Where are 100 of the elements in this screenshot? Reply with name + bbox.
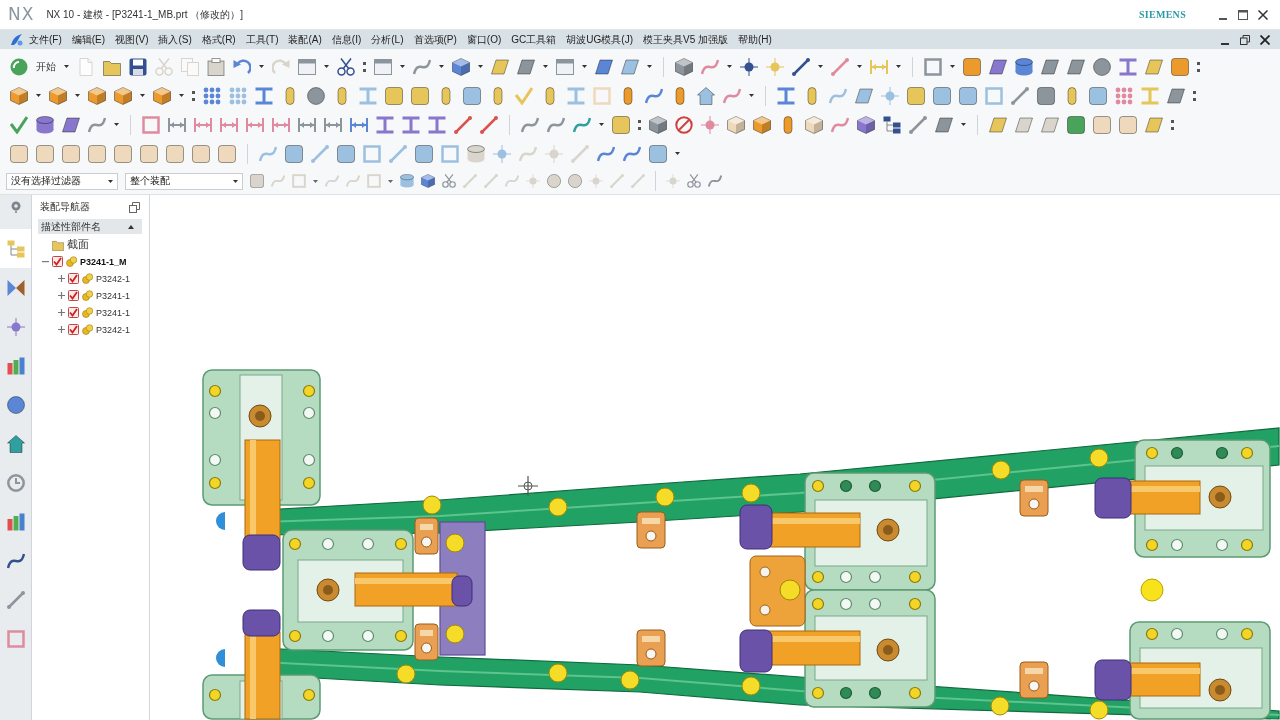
cube-icon[interactable] [805, 115, 823, 134]
menu-item[interactable]: 视图(V) [112, 32, 152, 47]
checkbox[interactable] [68, 324, 79, 335]
curve-icon[interactable] [597, 144, 615, 163]
curve-icon[interactable] [547, 115, 565, 134]
curve-icon[interactable] [573, 115, 591, 134]
menu-item[interactable]: 格式(R) [198, 32, 239, 47]
caret-icon[interactable] [140, 94, 145, 97]
caret-icon[interactable] [647, 65, 652, 68]
curve-icon[interactable] [521, 115, 539, 134]
square-icon[interactable] [963, 57, 981, 76]
square-icon[interactable] [959, 86, 977, 105]
window-icon[interactable] [298, 57, 316, 76]
caret-icon[interactable] [857, 65, 862, 68]
frame-icon[interactable] [363, 144, 381, 163]
square-icon[interactable] [411, 86, 429, 105]
caret-icon[interactable] [543, 65, 548, 68]
menu-item[interactable]: 插入(S) [155, 32, 195, 47]
sheet-icon[interactable] [491, 57, 509, 76]
caret-icon[interactable] [727, 65, 732, 68]
caret-icon[interactable] [582, 65, 587, 68]
sheet-icon[interactable] [62, 115, 80, 134]
caret-icon[interactable] [108, 179, 113, 183]
close-icon[interactable] [1258, 9, 1268, 20]
cube-icon[interactable] [857, 115, 875, 134]
square-icon[interactable] [1119, 115, 1137, 134]
square-icon[interactable] [140, 144, 158, 163]
circle-icon[interactable] [1093, 57, 1111, 76]
undo-icon[interactable] [233, 57, 251, 76]
caret-icon[interactable] [324, 65, 329, 68]
column-header[interactable]: 描述性部件名 [38, 219, 142, 234]
clock-icon[interactable] [6, 473, 25, 492]
menu-item[interactable]: 工具(T) [242, 32, 282, 47]
sheet-icon[interactable] [989, 115, 1007, 134]
circle-icon[interactable] [568, 174, 582, 188]
sheet-icon[interactable] [595, 57, 613, 76]
house-icon[interactable] [697, 86, 715, 105]
caret-icon[interactable] [478, 65, 483, 68]
curve-icon[interactable] [708, 174, 722, 188]
cube-icon[interactable] [10, 86, 28, 105]
dimension-icon[interactable] [168, 115, 186, 134]
square-icon[interactable] [933, 86, 951, 105]
curve-icon[interactable] [6, 551, 25, 570]
start-button[interactable]: 开始 [36, 59, 56, 74]
dimension-icon[interactable] [298, 115, 316, 134]
caret-icon[interactable] [64, 65, 69, 68]
cube-icon[interactable] [675, 57, 693, 76]
square-icon[interactable] [649, 144, 667, 163]
square-icon[interactable] [285, 144, 303, 163]
line-icon[interactable] [792, 57, 810, 76]
caret-icon[interactable] [388, 179, 393, 183]
circle-icon[interactable] [307, 86, 325, 105]
square-icon[interactable] [1067, 115, 1085, 134]
checkbox[interactable] [68, 307, 79, 318]
square-icon[interactable] [612, 115, 630, 134]
restore-icon[interactable] [129, 201, 140, 213]
dimension-icon[interactable] [246, 115, 264, 134]
beam-icon[interactable] [777, 86, 795, 105]
tree-item[interactable]: P3242-1 [96, 273, 131, 284]
tree-item[interactable]: P3241-1 [96, 290, 131, 301]
sheet-icon[interactable] [621, 57, 639, 76]
cylinder-icon[interactable] [36, 115, 54, 134]
menu-item[interactable]: GC工具箱 [508, 32, 560, 47]
menu-item[interactable]: 分析(L) [368, 32, 407, 47]
menu-item[interactable]: 窗口(O) [463, 32, 505, 47]
cube-icon[interactable] [114, 86, 132, 105]
window-icon[interactable] [374, 57, 392, 76]
check-icon[interactable] [515, 86, 533, 105]
tree-item[interactable]: P3241-1_M [80, 256, 127, 267]
minus-icon[interactable] [42, 258, 49, 265]
cylinder-icon[interactable] [1015, 57, 1033, 76]
sheet-icon[interactable] [1167, 86, 1185, 105]
square-icon[interactable] [1089, 86, 1107, 105]
bowtie-icon[interactable] [6, 278, 25, 297]
circle-icon[interactable] [6, 395, 25, 414]
grip-icon[interactable] [1197, 61, 1200, 72]
filter-dropdown[interactable]: 整个装配 [125, 172, 243, 190]
save-icon[interactable] [129, 57, 147, 76]
sheet-icon[interactable] [1041, 115, 1059, 134]
caret-icon[interactable] [179, 94, 184, 97]
square-icon[interactable] [463, 86, 481, 105]
tree-item[interactable]: P3242-1 [96, 324, 131, 335]
menu-item[interactable]: 模王夹具V5 加强版 [640, 32, 731, 47]
square-icon[interactable] [166, 144, 184, 163]
filter-dropdown[interactable]: 没有选择过滤器 [6, 172, 118, 190]
square-icon[interactable] [114, 144, 132, 163]
cube-icon[interactable] [49, 86, 67, 105]
square-icon[interactable] [218, 144, 236, 163]
frame-icon[interactable] [924, 57, 942, 76]
caret-icon[interactable] [313, 179, 318, 183]
menu-item[interactable]: 帮助(H) [735, 32, 775, 47]
curve-icon[interactable] [623, 144, 641, 163]
sheet-icon[interactable] [935, 115, 953, 134]
check-icon[interactable] [10, 115, 28, 134]
plus-icon[interactable] [58, 326, 65, 333]
caret-icon[interactable] [818, 65, 823, 68]
menu-item[interactable]: 首选项(P) [410, 32, 460, 47]
cylinder-icon[interactable] [467, 144, 485, 163]
color-bars-icon[interactable] [6, 356, 25, 375]
maximize-icon[interactable] [1238, 9, 1248, 20]
